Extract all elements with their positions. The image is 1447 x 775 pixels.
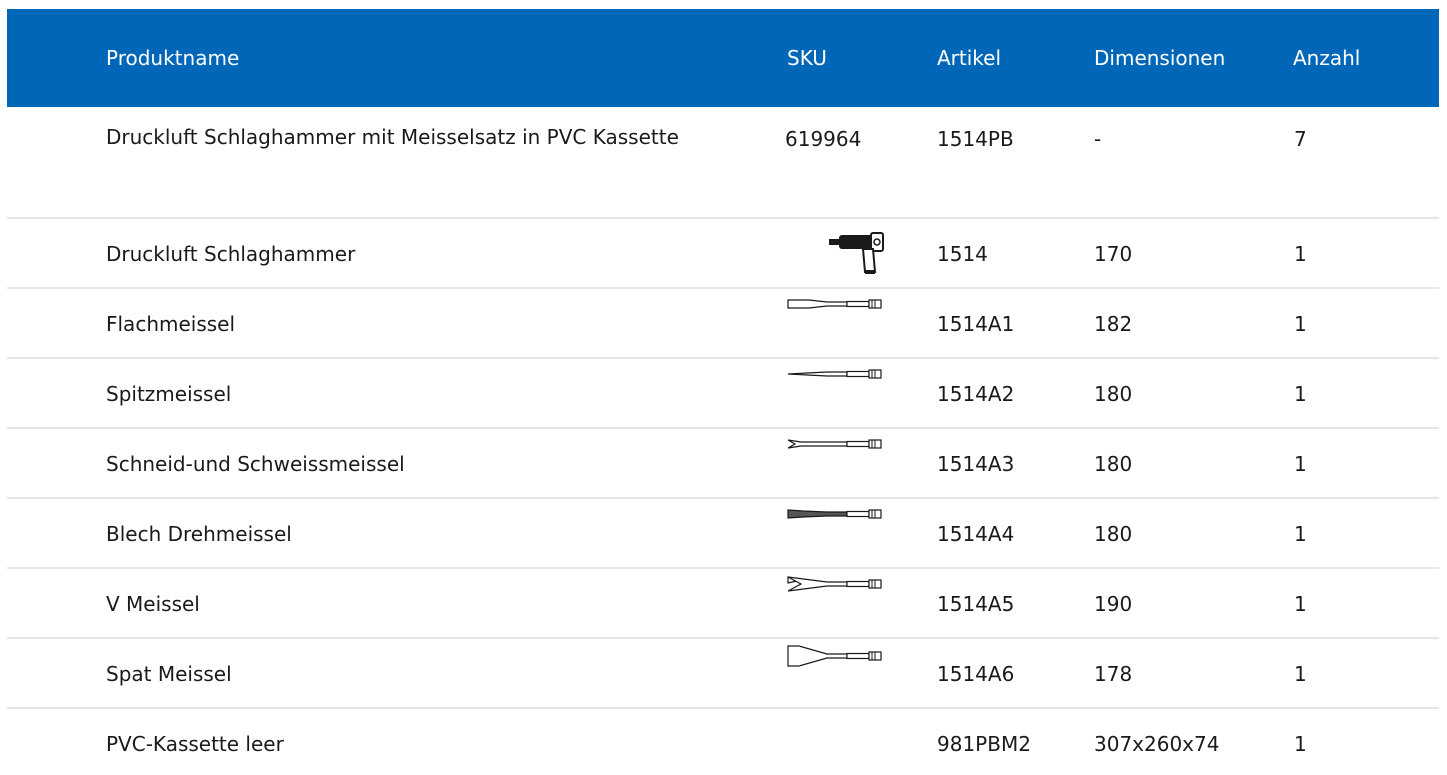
header-dimensions[interactable]: Dimensionen: [1094, 45, 1225, 71]
product-name: Spitzmeissel: [106, 382, 232, 406]
header-article[interactable]: Artikel: [937, 45, 1001, 71]
dimensions-value: 170: [1094, 242, 1133, 266]
point-chisel-icon: [787, 369, 882, 379]
product-name: Flachmeissel: [106, 312, 236, 336]
product-name: PVC-Kassette leer: [106, 732, 284, 756]
table-row: Spat Meissel 1514A6 178 1: [7, 639, 1439, 709]
table-row: V Meissel 1514A5 190 1: [7, 569, 1439, 639]
header-sku[interactable]: SKU: [787, 45, 827, 71]
dimensions-value: 180: [1094, 522, 1133, 546]
parts-table: Produktname SKU Artikel Dimensionen Anza…: [7, 9, 1439, 775]
dimensions-value: 190: [1094, 592, 1133, 616]
quantity-value: 1: [1294, 382, 1307, 406]
article-number: 1514A2: [937, 382, 1015, 406]
table-row: PVC-Kassette leer 981PBM2 307x260x74 1: [7, 709, 1439, 775]
product-name: V Meissel: [106, 592, 200, 616]
quantity-value: 7: [1294, 127, 1307, 151]
product-name: Druckluft Schlaghammer mit Meisselsatz i…: [106, 125, 679, 149]
product-name: Blech Drehmeissel: [106, 522, 292, 546]
article-number: 1514PB: [937, 127, 1014, 151]
article-number: 1514A1: [937, 312, 1015, 336]
panel-chisel-icon: [787, 509, 882, 519]
article-number: 1514A4: [937, 522, 1015, 546]
dimensions-value: 180: [1094, 382, 1133, 406]
header-product-name[interactable]: Produktname: [106, 45, 239, 71]
air-hammer-icon: [829, 232, 884, 274]
table-row: Flachmeissel 1514A1 182 1: [7, 289, 1439, 359]
quantity-value: 1: [1294, 522, 1307, 546]
sku-value: 619964: [785, 127, 862, 151]
product-name: Schneid-und Schweissmeissel: [106, 452, 405, 476]
spade-chisel-icon: [787, 645, 882, 667]
product-name: Druckluft Schlaghammer: [106, 242, 356, 266]
table-row: Druckluft Schlaghammer 1514 170 1: [7, 219, 1439, 289]
cutting-chisel-icon: [787, 439, 882, 449]
article-number: 1514A6: [937, 662, 1015, 686]
header-quantity[interactable]: Anzahl: [1293, 45, 1360, 71]
dimensions-value: -: [1094, 127, 1102, 151]
article-number: 981PBM2: [937, 732, 1031, 756]
table-header: Produktname SKU Artikel Dimensionen Anza…: [7, 9, 1439, 107]
v-chisel-icon: [787, 576, 882, 592]
quantity-value: 1: [1294, 242, 1307, 266]
quantity-value: 1: [1294, 662, 1307, 686]
table-row: Schneid-und Schweissmeissel 1514A3 180 1: [7, 429, 1439, 499]
dimensions-value: 307x260x74: [1094, 732, 1220, 756]
dimensions-value: 178: [1094, 662, 1133, 686]
table-row: Druckluft Schlaghammer mit Meisselsatz i…: [7, 107, 1439, 219]
article-number: 1514A5: [937, 592, 1015, 616]
dimensions-value: 182: [1094, 312, 1133, 336]
article-number: 1514: [937, 242, 988, 266]
quantity-value: 1: [1294, 312, 1307, 336]
flat-chisel-icon: [787, 299, 882, 309]
table-row: Blech Drehmeissel 1514A4 180 1: [7, 499, 1439, 569]
quantity-value: 1: [1294, 732, 1307, 756]
article-number: 1514A3: [937, 452, 1015, 476]
quantity-value: 1: [1294, 592, 1307, 616]
quantity-value: 1: [1294, 452, 1307, 476]
table-row: Spitzmeissel 1514A2 180 1: [7, 359, 1439, 429]
dimensions-value: 180: [1094, 452, 1133, 476]
product-name: Spat Meissel: [106, 662, 232, 686]
